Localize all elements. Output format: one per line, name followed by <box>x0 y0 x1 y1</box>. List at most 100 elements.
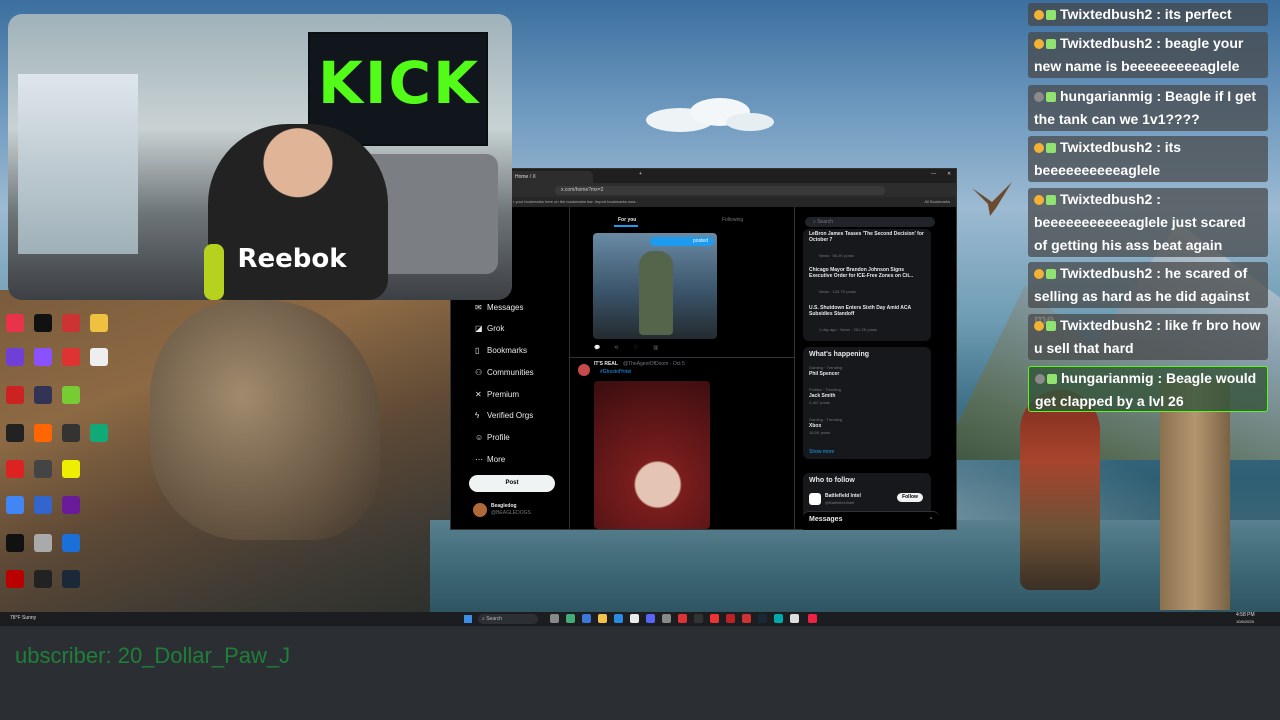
app-icon[interactable] <box>6 424 24 442</box>
minimize-icon[interactable]: — <box>931 171 936 177</box>
news-item[interactable]: Chicago Mayor Brandon Johnson Signs Exec… <box>809 267 927 279</box>
app-icon[interactable] <box>62 348 80 366</box>
nav-more[interactable]: ⋯ More <box>475 452 505 468</box>
tiktok-icon[interactable] <box>34 314 52 332</box>
nav-communities[interactable]: ⚇ Communities <box>475 365 534 381</box>
app-icon[interactable] <box>630 614 639 623</box>
nav-profile[interactable]: ☺ Profile <box>475 430 510 446</box>
steam-icon[interactable] <box>62 570 80 588</box>
news-item[interactable]: LeBron James Teases 'The Second Decision… <box>809 231 927 243</box>
chrome-icon[interactable] <box>6 496 24 514</box>
file-explorer-icon[interactable] <box>598 614 607 623</box>
trend-context: Gaming · Trending <box>809 365 843 370</box>
edge-icon[interactable] <box>582 614 591 623</box>
search-input[interactable]: ⌕ Search <box>805 217 935 227</box>
clock-time[interactable]: 4:58 PM <box>1236 612 1255 618</box>
app-icon[interactable] <box>34 496 52 514</box>
app-icon[interactable] <box>774 614 783 623</box>
nav-bookmarks[interactable]: ▯ Bookmarks <box>475 343 527 359</box>
app-icon[interactable] <box>678 614 687 623</box>
sea-scenery <box>430 520 1280 612</box>
app-icon[interactable] <box>34 348 52 366</box>
nav-verified-orgs[interactable]: ϟ Verified Orgs <box>475 408 533 424</box>
taskbar-search[interactable]: ⌕ Search <box>478 614 538 624</box>
app-icon[interactable] <box>6 386 24 404</box>
subscriber-badge-icon <box>1034 195 1044 205</box>
weather-widget[interactable]: 78°F Sunny <box>10 615 36 621</box>
subscriber-badge-icon <box>1034 10 1044 20</box>
app-icon[interactable] <box>808 614 817 623</box>
app-icon[interactable] <box>6 348 24 366</box>
subscriber-ticker: ubscriber: 20_Dollar_Paw_J <box>15 643 291 668</box>
nav-premium[interactable]: ✕ Premium <box>475 387 519 403</box>
app-icon[interactable] <box>34 460 52 478</box>
chevron-up-icon[interactable]: ⌃ <box>929 517 933 523</box>
news-item[interactable]: U.S. Shutdown Enters Sixth Day Amid ACA … <box>809 305 927 317</box>
profile-switcher[interactable]: Beagledog @BEAGLEDOGS <box>473 503 573 523</box>
steam-icon[interactable] <box>758 614 767 623</box>
app-icon[interactable] <box>34 386 52 404</box>
nav-messages[interactable]: ✉ Messages <box>475 300 523 316</box>
close-icon[interactable]: ✕ <box>947 171 951 177</box>
trend-item[interactable]: Phil Spencer <box>809 371 839 377</box>
section-title: What's happening <box>809 351 869 358</box>
posted-pill[interactable]: posted <box>650 237 714 246</box>
follow-button[interactable]: Follow <box>897 493 923 502</box>
app-icon[interactable] <box>662 614 671 623</box>
subscriber-badge-icon <box>1034 92 1044 102</box>
suggestion-name[interactable]: Battlefield Intel <box>825 493 861 499</box>
app-icon[interactable] <box>62 424 80 442</box>
address-bar[interactable]: x.com/home?mx=2 <box>555 186 885 195</box>
all-bookmarks[interactable]: All Bookmarks <box>924 197 950 207</box>
epic-games-icon[interactable] <box>34 570 52 588</box>
app-icon[interactable] <box>90 424 108 442</box>
app-icon[interactable] <box>62 496 80 514</box>
tab-following[interactable]: Following <box>722 217 743 223</box>
app-icon[interactable] <box>62 314 80 332</box>
tweet-image-soldier[interactable] <box>593 233 717 339</box>
tweet-handle[interactable]: @TheAgentOfDoom · Oct 5 <box>623 361 685 367</box>
app-icon[interactable] <box>614 614 623 623</box>
doom-icon[interactable] <box>6 570 24 588</box>
tweet-author[interactable]: IT'S REAL <box>594 361 618 367</box>
warrior-figure <box>1020 390 1100 590</box>
nav-grok[interactable]: ◪ Grok <box>475 321 504 337</box>
start-icon[interactable] <box>464 615 472 623</box>
chat-message: Twixtedbush2 : he scared of selling as h… <box>1028 262 1268 327</box>
app-icon[interactable] <box>710 614 719 623</box>
discord-icon[interactable] <box>646 614 655 623</box>
app-icon[interactable] <box>726 614 735 623</box>
app-icon[interactable] <box>62 460 80 478</box>
tweet-image-art[interactable] <box>594 381 710 529</box>
trend-item[interactable]: Jack Smith <box>809 393 835 399</box>
gift-badge-icon <box>1046 195 1056 205</box>
post-button[interactable]: Post <box>469 475 555 492</box>
browser-tab[interactable]: Home / X <box>509 171 593 183</box>
app-icon[interactable] <box>62 386 80 404</box>
chat-message: Twixtedbush2 : beagle your new name is b… <box>1028 32 1268 78</box>
app-icon[interactable] <box>790 614 799 623</box>
folder-icon[interactable] <box>90 314 108 332</box>
tab-indicator <box>614 225 638 227</box>
app-icon[interactable] <box>34 534 52 552</box>
envelope-icon: ✉ <box>475 303 482 312</box>
messages-drawer[interactable]: Messages ⌃ <box>803 511 939 530</box>
new-tab-icon[interactable]: + <box>639 171 642 177</box>
tab-for-you[interactable]: For you <box>618 217 636 223</box>
subscriber-badge-icon <box>1034 321 1044 331</box>
app-icon[interactable] <box>566 614 575 623</box>
fridge <box>18 74 138 254</box>
capcut-icon[interactable] <box>6 534 24 552</box>
trend-item[interactable]: Xbox <box>809 423 821 429</box>
show-more-link[interactable]: Show more <box>809 449 834 455</box>
roblox-studio-icon[interactable] <box>62 534 80 552</box>
task-view-icon[interactable] <box>550 614 559 623</box>
app-icon[interactable] <box>742 614 751 623</box>
tiktok-studio-icon[interactable] <box>6 314 24 332</box>
tweet-hashtag[interactable]: #GhostofYotei <box>600 369 631 375</box>
chat-message: Twixtedbush2 : its beeeeeeeeeeaglele <box>1028 136 1268 182</box>
app-icon[interactable] <box>34 424 52 442</box>
app-icon[interactable] <box>694 614 703 623</box>
file-icon[interactable] <box>90 348 108 366</box>
app-icon[interactable] <box>6 460 24 478</box>
